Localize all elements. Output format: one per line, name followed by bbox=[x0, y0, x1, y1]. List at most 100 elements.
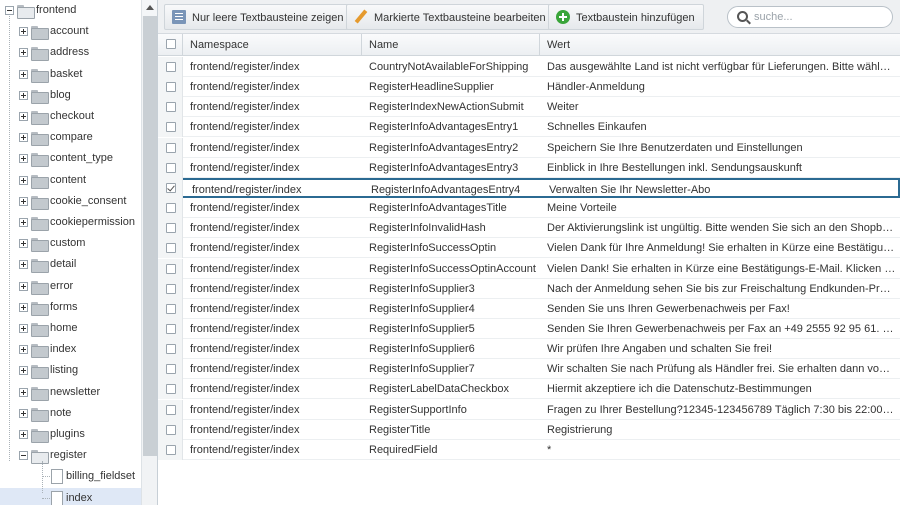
tree-node-compare[interactable]: compare bbox=[0, 127, 141, 148]
expand-icon[interactable] bbox=[19, 218, 28, 227]
expand-icon[interactable] bbox=[19, 260, 28, 269]
table-row[interactable]: frontend/register/index RegisterTitle Regi… bbox=[158, 420, 900, 440]
tree-node-basket[interactable]: basket bbox=[0, 64, 141, 85]
table-row[interactable]: frontend/register/index CountryNotAvailab… bbox=[158, 57, 900, 77]
search-box[interactable] bbox=[727, 6, 893, 28]
table-row[interactable]: frontend/register/index RegisterLabelData… bbox=[158, 379, 900, 399]
table-row[interactable]: frontend/register/index RegisterInfoSucce… bbox=[158, 259, 900, 279]
row-checkbox[interactable] bbox=[166, 243, 176, 253]
tree-node-error[interactable]: error bbox=[0, 276, 141, 297]
row-select-cell[interactable] bbox=[158, 299, 183, 319]
cell-value[interactable]: Verwalten Sie Ihr Newsletter-Abo bbox=[542, 180, 898, 200]
row-select-cell[interactable] bbox=[158, 138, 183, 158]
row-select-cell[interactable] bbox=[158, 77, 183, 97]
cell-value[interactable]: Senden Sie uns Ihren Gewerbenachweis per… bbox=[540, 299, 896, 319]
edit-selected-snippets-button[interactable]: Markierte Textbausteine bearbeiten bbox=[346, 4, 555, 30]
row-select-cell[interactable] bbox=[158, 339, 183, 359]
tree-node-content-type[interactable]: content_type bbox=[0, 148, 141, 169]
expand-icon[interactable] bbox=[19, 430, 28, 439]
tree-node-note[interactable]: note bbox=[0, 403, 141, 424]
table-row[interactable]: frontend/register/index RegisterInfoSucce… bbox=[158, 238, 900, 258]
row-select-cell[interactable] bbox=[158, 359, 183, 379]
table-row[interactable]: frontend/register/index RegisterSupportIn… bbox=[158, 400, 900, 420]
tree-node-cookie-consent[interactable]: cookie_consent bbox=[0, 191, 141, 212]
cell-value[interactable]: Der Aktivierungslink ist ungültig. Bitte… bbox=[540, 218, 896, 238]
expand-icon[interactable] bbox=[19, 154, 28, 163]
row-select-cell[interactable] bbox=[158, 117, 183, 137]
expand-icon[interactable] bbox=[19, 239, 28, 248]
column-header-name[interactable]: Name bbox=[362, 34, 540, 56]
tree-node-blog[interactable]: blog bbox=[0, 85, 141, 106]
row-checkbox[interactable] bbox=[166, 143, 176, 153]
table-row[interactable]: frontend/register/index RegisterInfoSuppl… bbox=[158, 359, 900, 379]
tree-node-frontend[interactable]: frontend bbox=[0, 0, 141, 21]
table-row[interactable]: frontend/register/index RegisterInfoInval… bbox=[158, 218, 900, 238]
expand-icon[interactable] bbox=[19, 112, 28, 121]
row-select-cell[interactable] bbox=[158, 279, 183, 299]
row-select-cell[interactable] bbox=[158, 158, 183, 178]
column-header-value[interactable]: Wert bbox=[540, 34, 900, 56]
expand-icon[interactable] bbox=[19, 70, 28, 79]
select-all-checkbox[interactable] bbox=[166, 39, 176, 49]
tree-node-plugins[interactable]: plugins bbox=[0, 424, 141, 445]
table-row[interactable]: frontend/register/index RegisterInfoSuppl… bbox=[158, 299, 900, 319]
tree-node-index[interactable]: index bbox=[0, 339, 141, 360]
tree-node-newsletter[interactable]: newsletter bbox=[0, 382, 141, 403]
row-select-cell[interactable] bbox=[158, 198, 183, 218]
row-checkbox[interactable] bbox=[166, 122, 176, 132]
table-row[interactable]: frontend/register/index RegisterInfoAdvan… bbox=[158, 138, 900, 158]
cell-value[interactable]: Vielen Dank für Ihre Anmeldung! Sie erha… bbox=[540, 238, 896, 258]
cell-value[interactable]: Hiermit akzeptiere ich die Datenschutz-B… bbox=[540, 379, 896, 399]
table-row[interactable]: frontend/register/index RegisterInfoAdvan… bbox=[158, 178, 900, 198]
column-header-namespace[interactable]: Namespace bbox=[183, 34, 362, 56]
scroll-up-arrow-icon[interactable] bbox=[142, 0, 157, 16]
expand-icon[interactable] bbox=[19, 282, 28, 291]
expand-icon[interactable] bbox=[19, 48, 28, 57]
row-checkbox[interactable] bbox=[166, 324, 176, 334]
row-checkbox[interactable] bbox=[166, 264, 176, 274]
table-row[interactable]: frontend/register/index RegisterInfoAdvan… bbox=[158, 158, 900, 178]
row-checkbox[interactable] bbox=[166, 405, 176, 415]
row-checkbox[interactable] bbox=[166, 102, 176, 112]
add-snippet-button[interactable]: Textbaustein hinzufügen bbox=[548, 4, 704, 30]
collapse-icon[interactable] bbox=[19, 451, 28, 460]
row-checkbox[interactable] bbox=[166, 62, 176, 72]
row-checkbox[interactable] bbox=[166, 203, 176, 213]
collapse-icon[interactable] bbox=[5, 6, 14, 15]
expand-icon[interactable] bbox=[19, 176, 28, 185]
expand-icon[interactable] bbox=[19, 409, 28, 418]
tree-node-checkout[interactable]: checkout bbox=[0, 106, 141, 127]
row-checkbox[interactable] bbox=[166, 425, 176, 435]
row-select-cell[interactable] bbox=[158, 57, 183, 77]
cell-value[interactable]: Senden Sie Ihren Gewerbenachweis per Fax… bbox=[540, 319, 896, 339]
row-select-cell[interactable] bbox=[158, 440, 183, 460]
tree-leaf-billing-fieldset[interactable]: billing_fieldset bbox=[0, 466, 141, 487]
cell-value[interactable]: Weiter bbox=[540, 97, 896, 117]
cell-value[interactable]: Wir prüfen Ihre Angaben und schalten Sie… bbox=[540, 339, 896, 359]
row-select-cell[interactable] bbox=[158, 97, 183, 117]
cell-value[interactable]: Händler-Anmeldung bbox=[540, 77, 896, 97]
cell-value[interactable]: Speichern Sie Ihre Benutzerdaten und Ein… bbox=[540, 138, 896, 158]
row-checkbox[interactable] bbox=[166, 82, 176, 92]
tree-node-detail[interactable]: detail bbox=[0, 254, 141, 275]
search-input[interactable] bbox=[754, 9, 886, 25]
tree-scrollbar[interactable] bbox=[141, 0, 157, 505]
tree-node-content[interactable]: content bbox=[0, 170, 141, 191]
cell-value[interactable]: Nach der Anmeldung sehen Sie bis zur Fre… bbox=[540, 279, 896, 299]
expand-icon[interactable] bbox=[19, 197, 28, 206]
tree-node-register[interactable]: register bbox=[0, 445, 141, 466]
row-select-cell[interactable] bbox=[158, 178, 183, 198]
table-row[interactable]: frontend/register/index RegisterHeadlineS… bbox=[158, 77, 900, 97]
row-select-cell[interactable] bbox=[158, 420, 183, 440]
table-row[interactable]: frontend/register/index RequiredField * bbox=[158, 440, 900, 460]
tree-node-listing[interactable]: listing bbox=[0, 360, 141, 381]
row-select-cell[interactable] bbox=[158, 238, 183, 258]
select-all-header[interactable] bbox=[158, 34, 183, 56]
row-checkbox[interactable] bbox=[166, 344, 176, 354]
expand-icon[interactable] bbox=[19, 388, 28, 397]
row-checkbox[interactable] bbox=[166, 384, 176, 394]
show-empty-snippets-button[interactable]: Nur leere Textbausteine zeigen bbox=[164, 4, 353, 30]
cell-value[interactable]: Das ausgewählte Land ist nicht verfügbar… bbox=[540, 57, 896, 77]
tree-node-home[interactable]: home bbox=[0, 318, 141, 339]
tree-leaf-index[interactable]: index bbox=[0, 488, 141, 505]
